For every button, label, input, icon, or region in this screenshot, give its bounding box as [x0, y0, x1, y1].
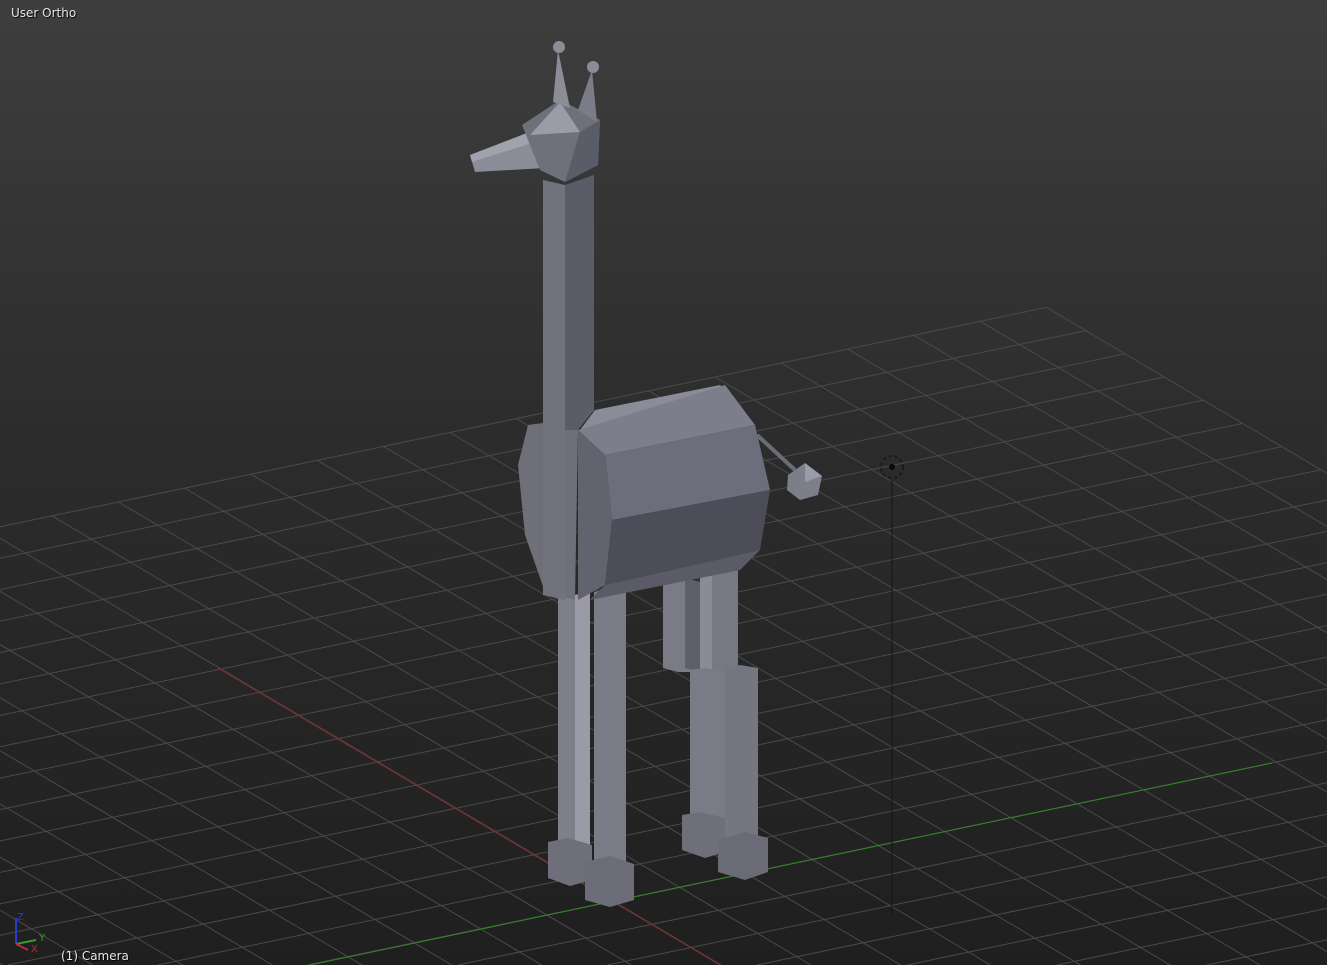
axis-x-label: X: [31, 944, 38, 955]
3d-viewport[interactable]: Z Y X: [0, 0, 1327, 965]
view-name-label: User Ortho: [11, 6, 77, 20]
grid-line: [980, 320, 1327, 527]
giraffe-mesh[interactable]: [470, 41, 822, 907]
axis-gizmo-icon: Z Y X: [15, 912, 46, 955]
grid-line: [1206, 939, 1327, 965]
grid-line: [383, 445, 1261, 965]
grid-line: [757, 845, 1327, 965]
grid-line: [0, 750, 363, 965]
grid-line: [1046, 306, 1327, 474]
axis-z-label: Z: [17, 912, 24, 923]
axis-y-label: Y: [38, 933, 46, 944]
x-axis-line: [217, 667, 721, 965]
grid-line: [0, 656, 1327, 936]
grid-line: [0, 590, 632, 965]
active-object-label: (1) Camera: [61, 949, 129, 963]
grid-line: [714, 376, 1327, 740]
grid-line: [781, 362, 1327, 687]
grid-line: [1056, 907, 1327, 965]
grid-line: [118, 501, 901, 965]
grid-line: [0, 697, 453, 965]
grid-line: [0, 644, 542, 965]
grid-line: [907, 876, 1327, 965]
